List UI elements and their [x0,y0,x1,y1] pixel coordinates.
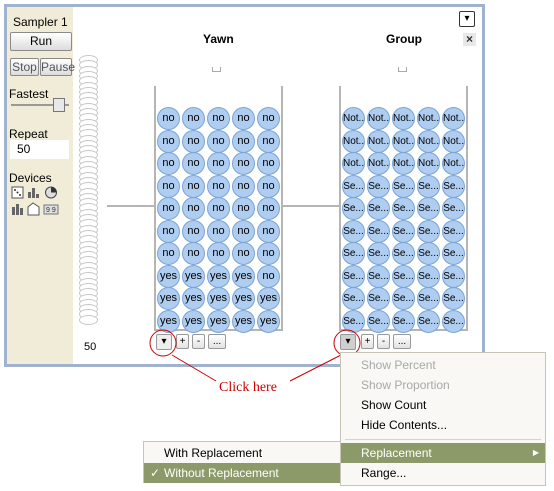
check-icon: ✓ [150,466,161,480]
context-menu: Show Percent Show Proportion Show Count … [340,352,546,486]
menu-item-replacement[interactable]: Replacement ▶ [341,443,545,463]
highlight-circle [149,329,177,357]
replacement-submenu: With Replacement ✓ Without Replacement [143,441,341,483]
callout-line [171,354,217,382]
menu-item-with-replacement[interactable]: With Replacement [144,443,340,463]
annotation-text: Click here [219,380,277,395]
menu-item-without-replacement[interactable]: ✓ Without Replacement [144,463,340,483]
menu-item-show-percent[interactable]: Show Percent [341,355,545,375]
menu-item-range[interactable]: Range... [341,463,545,483]
callout-line [289,354,342,382]
menu-item-show-count[interactable]: Show Count [341,395,545,415]
menu-item-hide-contents[interactable]: Hide Contents... [341,415,545,435]
menu-item-show-proportion[interactable]: Show Proportion [341,375,545,395]
menu-separator [345,439,541,440]
submenu-arrow-icon: ▶ [532,448,539,457]
